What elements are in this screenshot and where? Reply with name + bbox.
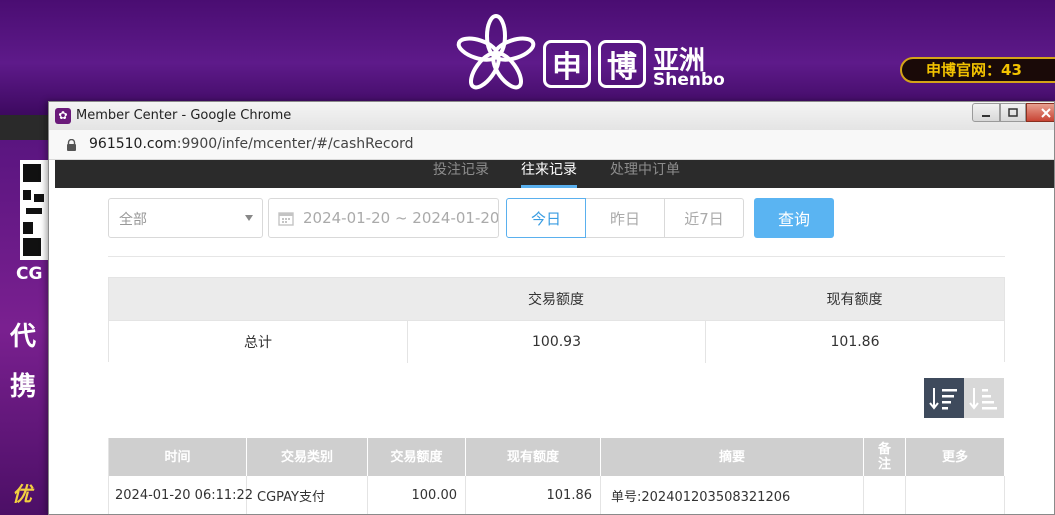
window-title: Member Center - Google Chrome bbox=[76, 108, 292, 123]
tab-bet-records[interactable]: 投注记录 bbox=[433, 160, 489, 188]
background-left-text: 代 bbox=[10, 322, 37, 352]
cell-type: CGPAY支付 bbox=[247, 476, 368, 514]
cell-remark bbox=[864, 476, 906, 514]
maximize-icon bbox=[1008, 107, 1018, 117]
background-left-text: 优 bbox=[12, 482, 32, 506]
summary-header-amount: 交易额度 bbox=[528, 292, 584, 308]
sort-descending-button[interactable] bbox=[924, 378, 964, 418]
summary-total-label: 总计 bbox=[244, 335, 272, 351]
column-header-amount[interactable]: 交易额度 bbox=[368, 438, 466, 476]
column-header-type[interactable]: 交易类别 bbox=[247, 438, 368, 476]
calendar-icon bbox=[278, 212, 294, 226]
column-header-more[interactable]: 更多 bbox=[906, 438, 1005, 476]
lock-icon bbox=[67, 139, 76, 151]
transaction-type-value: 全部 bbox=[119, 212, 147, 228]
cell-balance: 101.86 bbox=[466, 476, 601, 514]
url-text[interactable]: 961510.com:9900/infe/mcenter/#/cashRecor… bbox=[89, 136, 414, 152]
today-button[interactable]: 今日 bbox=[506, 198, 586, 238]
maximize-button[interactable] bbox=[1000, 103, 1026, 122]
official-site-banner[interactable]: 申博官网：43 bbox=[900, 57, 1055, 83]
summary-header-balance: 现有额度 bbox=[826, 292, 883, 308]
sort-ascending-button[interactable] bbox=[964, 378, 1004, 418]
column-header-time[interactable]: 时间 bbox=[109, 438, 247, 476]
column-header-summary[interactable]: 摘要 bbox=[601, 438, 864, 476]
window-controls bbox=[972, 103, 1054, 123]
url-host: 961510.com bbox=[89, 136, 177, 152]
summary-total-balance: 101.86 bbox=[705, 321, 1004, 363]
address-bar[interactable]: 961510.com:9900/infe/mcenter/#/cashRecor… bbox=[49, 130, 1054, 160]
cell-amount: 100.00 bbox=[368, 476, 466, 514]
yesterday-button[interactable]: 昨日 bbox=[585, 198, 665, 238]
cash-records-table: 时间 交易类别 交易额度 现有额度 摘要 备注 更多 2024-01-20 06… bbox=[108, 438, 1005, 514]
tab-pending-orders[interactable]: 处理中订单 bbox=[610, 160, 680, 188]
qr-code-icon bbox=[20, 160, 48, 260]
date-range-value: 2024-01-20 ~ 2024-01-20 bbox=[303, 209, 499, 227]
cell-more[interactable] bbox=[906, 476, 1005, 514]
transaction-type-select[interactable]: 全部 bbox=[108, 198, 263, 238]
site-favicon-icon: ✿ bbox=[55, 108, 71, 124]
summary-total-row: 总计 100.93 101.86 bbox=[109, 320, 1004, 363]
query-button[interactable]: 查询 bbox=[754, 198, 834, 238]
logo-character-box: 申 bbox=[543, 40, 591, 88]
column-header-balance[interactable]: 现有额度 bbox=[466, 438, 601, 476]
divider bbox=[108, 256, 1005, 257]
column-header-remark[interactable]: 备注 bbox=[864, 438, 906, 476]
flower-logo-icon bbox=[456, 14, 536, 90]
table-row[interactable]: 2024-01-20 06:11:22 CGPAY支付 100.00 101.8… bbox=[109, 476, 1005, 514]
summary-header-row: 交易额度 现有额度 bbox=[109, 278, 1004, 320]
records-header-row: 时间 交易类别 交易额度 现有额度 摘要 备注 更多 bbox=[109, 438, 1005, 476]
window-title-bar[interactable]: ✿ Member Center - Google Chrome bbox=[49, 102, 1054, 130]
tab-cash-records[interactable]: 往来记录 bbox=[521, 160, 577, 188]
url-path: :9900/infe/mcenter/#/cashRecord bbox=[176, 136, 414, 152]
minimize-button[interactable] bbox=[972, 103, 1000, 122]
member-center-window: ✿ Member Center - Google Chrome 961510.c… bbox=[48, 101, 1055, 515]
summary-table: 交易额度 现有额度 总计 100.93 101.86 bbox=[108, 277, 1005, 363]
cell-time: 2024-01-20 06:11:22 bbox=[109, 476, 253, 514]
last-7-days-button[interactable]: 近7日 bbox=[664, 198, 744, 238]
cell-summary: 单号:202401203508321206 bbox=[601, 476, 864, 514]
sort-ascending-icon bbox=[969, 388, 997, 410]
close-button[interactable] bbox=[1026, 103, 1054, 122]
sort-descending-icon bbox=[929, 388, 957, 410]
date-range-input[interactable]: 2024-01-20 ~ 2024-01-20 bbox=[268, 198, 499, 238]
logo-en-text: Shenbo bbox=[653, 70, 725, 90]
logo-character-box: 博 bbox=[598, 40, 646, 88]
background-site-header: 申 博 亚洲 Shenbo 申博官网：43 bbox=[0, 0, 1055, 115]
background-cg-label: CG bbox=[16, 264, 43, 284]
record-tabs: 投注记录 往来记录 处理中订单 bbox=[55, 160, 1054, 188]
background-left-text: 携 bbox=[10, 372, 37, 402]
caret-down-icon bbox=[245, 215, 253, 221]
background-nav-bar bbox=[0, 115, 50, 140]
minimize-icon bbox=[982, 114, 990, 117]
summary-total-amount: 100.93 bbox=[407, 321, 705, 363]
close-icon bbox=[1041, 107, 1051, 118]
